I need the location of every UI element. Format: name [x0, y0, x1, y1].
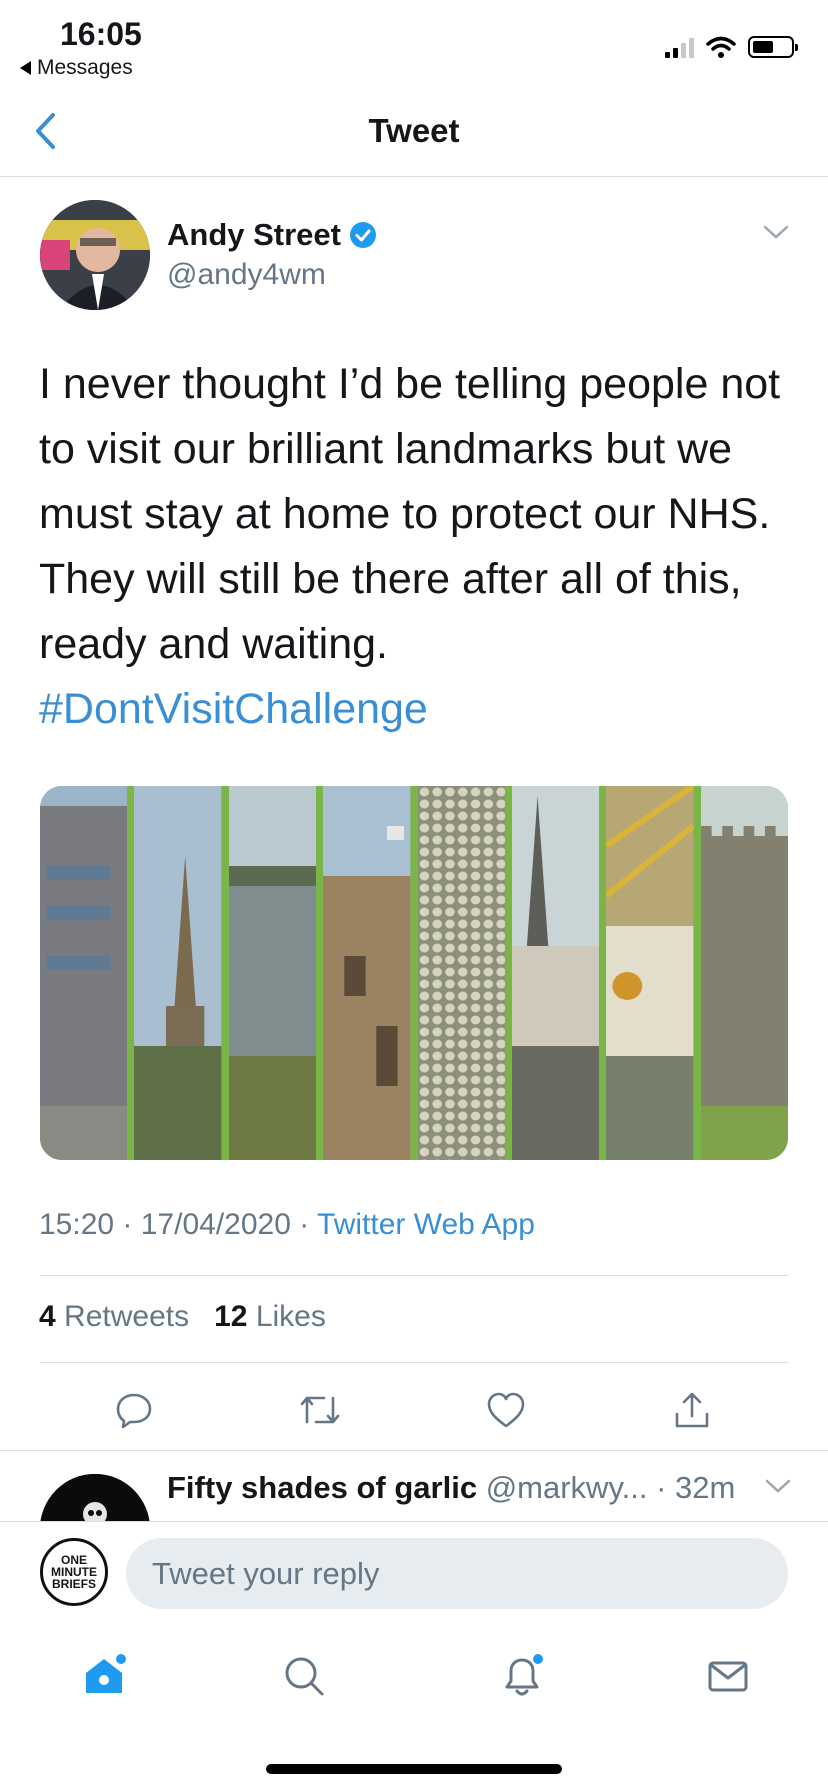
- reply-options-button[interactable]: [765, 1478, 791, 1499]
- likes-label: Likes: [255, 1300, 326, 1333]
- wifi-icon: [706, 36, 736, 58]
- like-button[interactable]: [478, 1382, 534, 1438]
- author-avatar[interactable]: [40, 200, 150, 310]
- page-title: Tweet: [368, 112, 460, 149]
- like-icon: [487, 1392, 525, 1428]
- share-icon: [675, 1392, 709, 1428]
- hashtag-link[interactable]: #DontVisitChallenge: [39, 677, 428, 742]
- search-icon: [285, 1657, 324, 1696]
- tab-search[interactable]: [276, 1648, 332, 1704]
- back-to-messages-label: Messages: [37, 56, 133, 79]
- retweets-label: Retweets: [64, 1300, 190, 1333]
- landmark-photo-8: [700, 786, 788, 1160]
- author-handle[interactable]: @andy4wm: [167, 258, 326, 292]
- divider: [0, 1450, 828, 1451]
- current-user-avatar[interactable]: ONE MINUTE BRIEFS: [40, 1538, 108, 1606]
- tweet-source-link[interactable]: Twitter Web App: [317, 1208, 535, 1241]
- reply-age: 32m: [675, 1470, 736, 1505]
- battery-icon: [748, 36, 798, 58]
- reply-icon: [116, 1393, 152, 1429]
- cellular-signal-icon: [665, 36, 694, 58]
- chevron-down-icon: [763, 225, 789, 239]
- likes-count: 12: [214, 1300, 248, 1333]
- verified-badge-icon: [349, 222, 376, 248]
- retweet-icon: [300, 1396, 340, 1424]
- status-time: 16:05: [60, 16, 142, 52]
- home-indicator[interactable]: [266, 1764, 562, 1774]
- reply-author[interactable]: Fifty shades of garlic @markwy... · 32m: [167, 1470, 735, 1506]
- reply-button[interactable]: [106, 1382, 162, 1438]
- landmark-photo-6: [511, 786, 600, 1160]
- tweet-date: 17/04/2020: [140, 1208, 291, 1241]
- divider: [40, 1275, 788, 1276]
- tab-notifications[interactable]: [494, 1648, 550, 1704]
- landmark-photo-3: [228, 786, 317, 1160]
- tweet-stats: 4 Retweets 12 Likes: [39, 1300, 326, 1334]
- tweet-meta: 15:20 · 17/04/2020 · Twitter Web App: [39, 1208, 535, 1241]
- tab-messages[interactable]: [700, 1648, 756, 1704]
- author-name-row[interactable]: Andy Street: [167, 217, 377, 253]
- tweet-time: 15:20: [39, 1208, 115, 1241]
- tab-home[interactable]: [76, 1648, 132, 1704]
- author-name: Andy Street: [167, 217, 341, 252]
- reply-author-name: Fifty shades of garlic: [167, 1470, 478, 1505]
- landmark-photo-2: [134, 786, 222, 1160]
- back-to-messages[interactable]: Messages: [20, 56, 133, 80]
- tweet-actions: [0, 1382, 828, 1438]
- likes-stat[interactable]: 12 Likes: [214, 1300, 326, 1333]
- retweets-count: 4: [39, 1300, 56, 1333]
- landmark-photo-5: [417, 786, 505, 1160]
- tweet-image[interactable]: [40, 786, 788, 1160]
- messages-icon: [708, 1661, 748, 1692]
- divider: [0, 176, 828, 177]
- status-icons: [665, 36, 798, 58]
- landmark-photo-4: [323, 786, 411, 1160]
- chevron-down-icon: [765, 1479, 791, 1493]
- tweet-options-button[interactable]: [763, 224, 789, 245]
- back-triangle-icon: [20, 61, 31, 75]
- landmark-photo-7: [606, 786, 694, 1160]
- divider: [40, 1362, 788, 1363]
- home-icon: [86, 1654, 126, 1693]
- share-button[interactable]: [664, 1382, 720, 1438]
- landmark-photo-1: [40, 786, 128, 1160]
- retweets-stat[interactable]: 4 Retweets: [39, 1300, 189, 1333]
- avatar-logo-text: ONE MINUTE BRIEFS: [51, 1553, 97, 1591]
- reply-author-handle: @markwy...: [485, 1470, 648, 1505]
- retweet-button[interactable]: [292, 1382, 348, 1438]
- tweet-text: I never thought I’d be telling people no…: [39, 360, 781, 668]
- person-photo-icon: [40, 200, 150, 310]
- reply-input[interactable]: [126, 1538, 788, 1609]
- notifications-icon: [505, 1654, 543, 1696]
